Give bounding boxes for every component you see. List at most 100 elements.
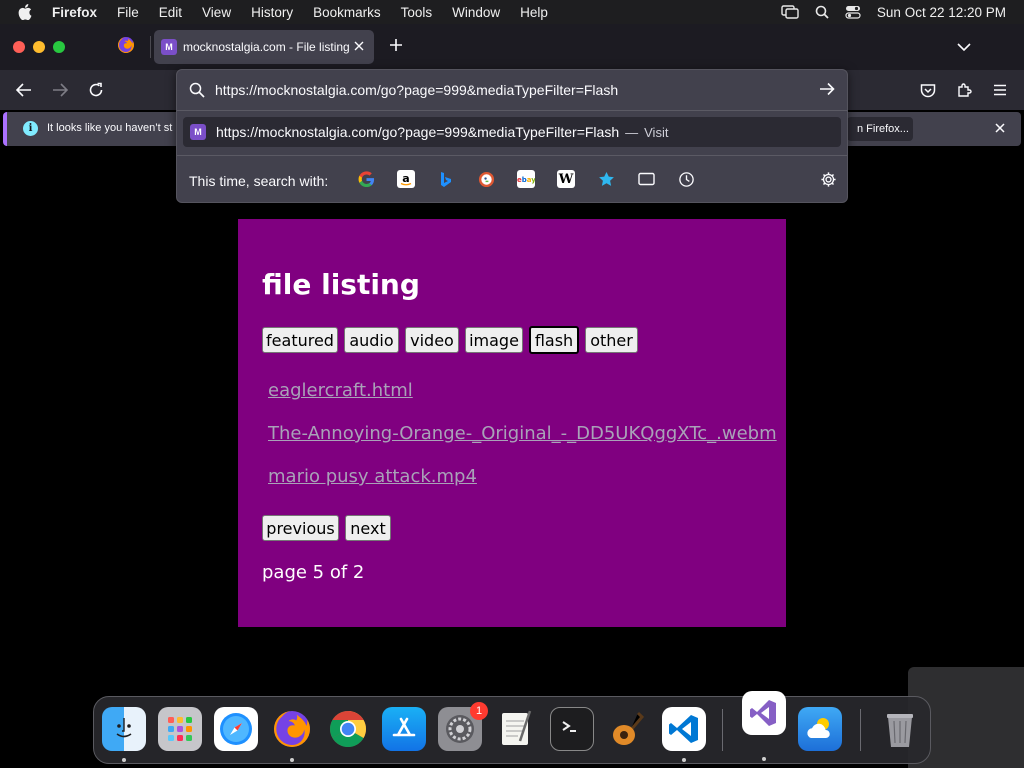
url-input[interactable]: https://mocknostalgia.com/go?page=999&me…	[215, 82, 618, 98]
vscode-icon[interactable]	[662, 707, 706, 751]
site-favicon: M	[190, 124, 206, 140]
chrome-icon[interactable]	[326, 707, 370, 751]
plus-icon	[389, 38, 403, 57]
screen-mirroring-icon[interactable]	[781, 5, 799, 19]
menu-view[interactable]: View	[202, 5, 231, 20]
filter-flash-button[interactable]: flash	[529, 326, 579, 354]
firefox-icon	[117, 36, 135, 59]
arrow-right-icon	[53, 83, 68, 97]
finder-icon[interactable]	[102, 707, 146, 751]
menu-history[interactable]: History	[251, 5, 293, 20]
tab-close-icon[interactable]	[352, 39, 366, 53]
visual-studio-icon[interactable]	[742, 691, 786, 735]
dock-running-indicator	[682, 758, 686, 762]
safari-icon[interactable]	[214, 707, 258, 751]
terminal-icon[interactable]	[550, 707, 594, 751]
filter-other-button[interactable]: other	[585, 327, 638, 353]
launchpad-icon[interactable]	[158, 707, 202, 751]
apple-logo-icon[interactable]	[18, 4, 34, 20]
pinned-firefox-tab[interactable]	[110, 32, 142, 62]
menu-tools[interactable]: Tools	[401, 5, 433, 20]
menu-bookmarks[interactable]: Bookmarks	[313, 5, 381, 20]
wikipedia-icon[interactable]: W	[557, 170, 575, 188]
tabs-icon[interactable]	[637, 170, 655, 188]
go-arrow-icon[interactable]	[819, 82, 837, 100]
weather-icon[interactable]	[798, 707, 842, 751]
menu-bar: Firefox File Edit View History Bookmarks…	[0, 0, 1024, 24]
file-link[interactable]: mario pusy attack.mp4	[268, 466, 477, 487]
site-favicon: M	[161, 39, 177, 55]
search-with-label: This time, search with:	[189, 173, 329, 189]
window-minimize-button[interactable]	[33, 41, 45, 53]
trash-icon[interactable]	[878, 707, 922, 751]
previous-page-button[interactable]: previous	[262, 515, 339, 541]
page-title: file listing	[262, 268, 420, 301]
window-zoom-button[interactable]	[53, 41, 65, 53]
divider	[177, 110, 847, 111]
app-menu-button[interactable]	[990, 80, 1010, 100]
menu-help[interactable]: Help	[520, 5, 548, 20]
history-icon[interactable]	[677, 170, 695, 188]
reload-icon	[89, 82, 103, 97]
menu-app-name[interactable]: Firefox	[52, 5, 97, 20]
url-suggestion-row[interactable]: M https://mocknostalgia.com/go?page=999&…	[183, 117, 841, 147]
search-icon	[189, 82, 205, 98]
gear-icon[interactable]	[819, 170, 837, 188]
forward-button[interactable]	[50, 80, 70, 100]
filter-image-button[interactable]: image	[465, 327, 523, 353]
firefox-icon[interactable]	[270, 707, 314, 751]
new-tab-button[interactable]	[386, 37, 406, 57]
menu-file[interactable]: File	[117, 5, 139, 20]
tab-divider	[150, 36, 151, 58]
url-bar-dropdown: https://mocknostalgia.com/go?page=999&me…	[176, 69, 848, 203]
dock-separator	[722, 709, 723, 751]
pocket-icon	[920, 83, 936, 97]
spotlight-search-icon[interactable]	[815, 5, 829, 19]
next-page-button[interactable]: next	[345, 515, 391, 541]
list-all-tabs-button[interactable]	[955, 39, 973, 57]
notification-action-button[interactable]: n Firefox...	[847, 117, 913, 141]
textedit-icon[interactable]	[494, 707, 538, 751]
filter-video-button[interactable]: video	[405, 327, 459, 353]
control-center-icon[interactable]	[845, 5, 861, 19]
menu-window[interactable]: Window	[452, 5, 500, 20]
dock-running-indicator	[122, 758, 126, 762]
bing-icon[interactable]	[437, 170, 455, 188]
page-indicator: page 5 of 2	[262, 562, 365, 583]
google-icon[interactable]	[357, 170, 375, 188]
ebay-icon[interactable]: ebay	[517, 170, 535, 188]
menu-edit[interactable]: Edit	[159, 5, 182, 20]
file-listing-card: file listing featured audio video image …	[238, 219, 786, 627]
file-link[interactable]: eaglercraft.html	[268, 380, 413, 401]
suggestion-dash: —	[625, 124, 639, 140]
reload-button[interactable]	[86, 80, 106, 100]
back-button[interactable]	[14, 80, 34, 100]
pocket-button[interactable]	[918, 80, 938, 100]
file-link[interactable]: The-Annoying-Orange-_Original_-_DD5UKQgg…	[268, 423, 777, 444]
notification-badge: 1	[470, 702, 488, 720]
amazon-icon[interactable]: a	[397, 170, 415, 188]
notification-close-icon[interactable]	[993, 121, 1007, 135]
tab-title: mocknostalgia.com - File listing	[183, 40, 350, 54]
window-close-button[interactable]	[13, 41, 25, 53]
url-bar[interactable]: https://mocknostalgia.com/go?page=999&me…	[177, 70, 847, 110]
tab-strip: M mocknostalgia.com - File listing	[0, 24, 1024, 70]
svg-text:a: a	[402, 172, 409, 185]
dock-running-indicator	[290, 758, 294, 762]
puzzle-icon	[958, 83, 972, 97]
filter-featured-button[interactable]: featured	[262, 327, 338, 353]
menubar-clock[interactable]: Sun Oct 22 12:20 PM	[877, 5, 1006, 20]
filter-audio-button[interactable]: audio	[344, 327, 399, 353]
extensions-button[interactable]	[954, 80, 974, 100]
chevron-down-icon	[957, 39, 971, 57]
app-store-icon[interactable]	[382, 707, 426, 751]
dock-separator	[860, 709, 861, 751]
duckduckgo-icon[interactable]	[477, 170, 495, 188]
hamburger-menu-icon	[994, 84, 1006, 96]
notification-message: It looks like you haven’t st	[47, 122, 173, 134]
bookmarks-star-icon[interactable]	[597, 170, 615, 188]
divider	[177, 155, 847, 156]
active-tab[interactable]: M mocknostalgia.com - File listing	[154, 30, 374, 64]
suggestion-action: Visit	[644, 124, 669, 140]
garageband-icon[interactable]	[606, 707, 650, 751]
